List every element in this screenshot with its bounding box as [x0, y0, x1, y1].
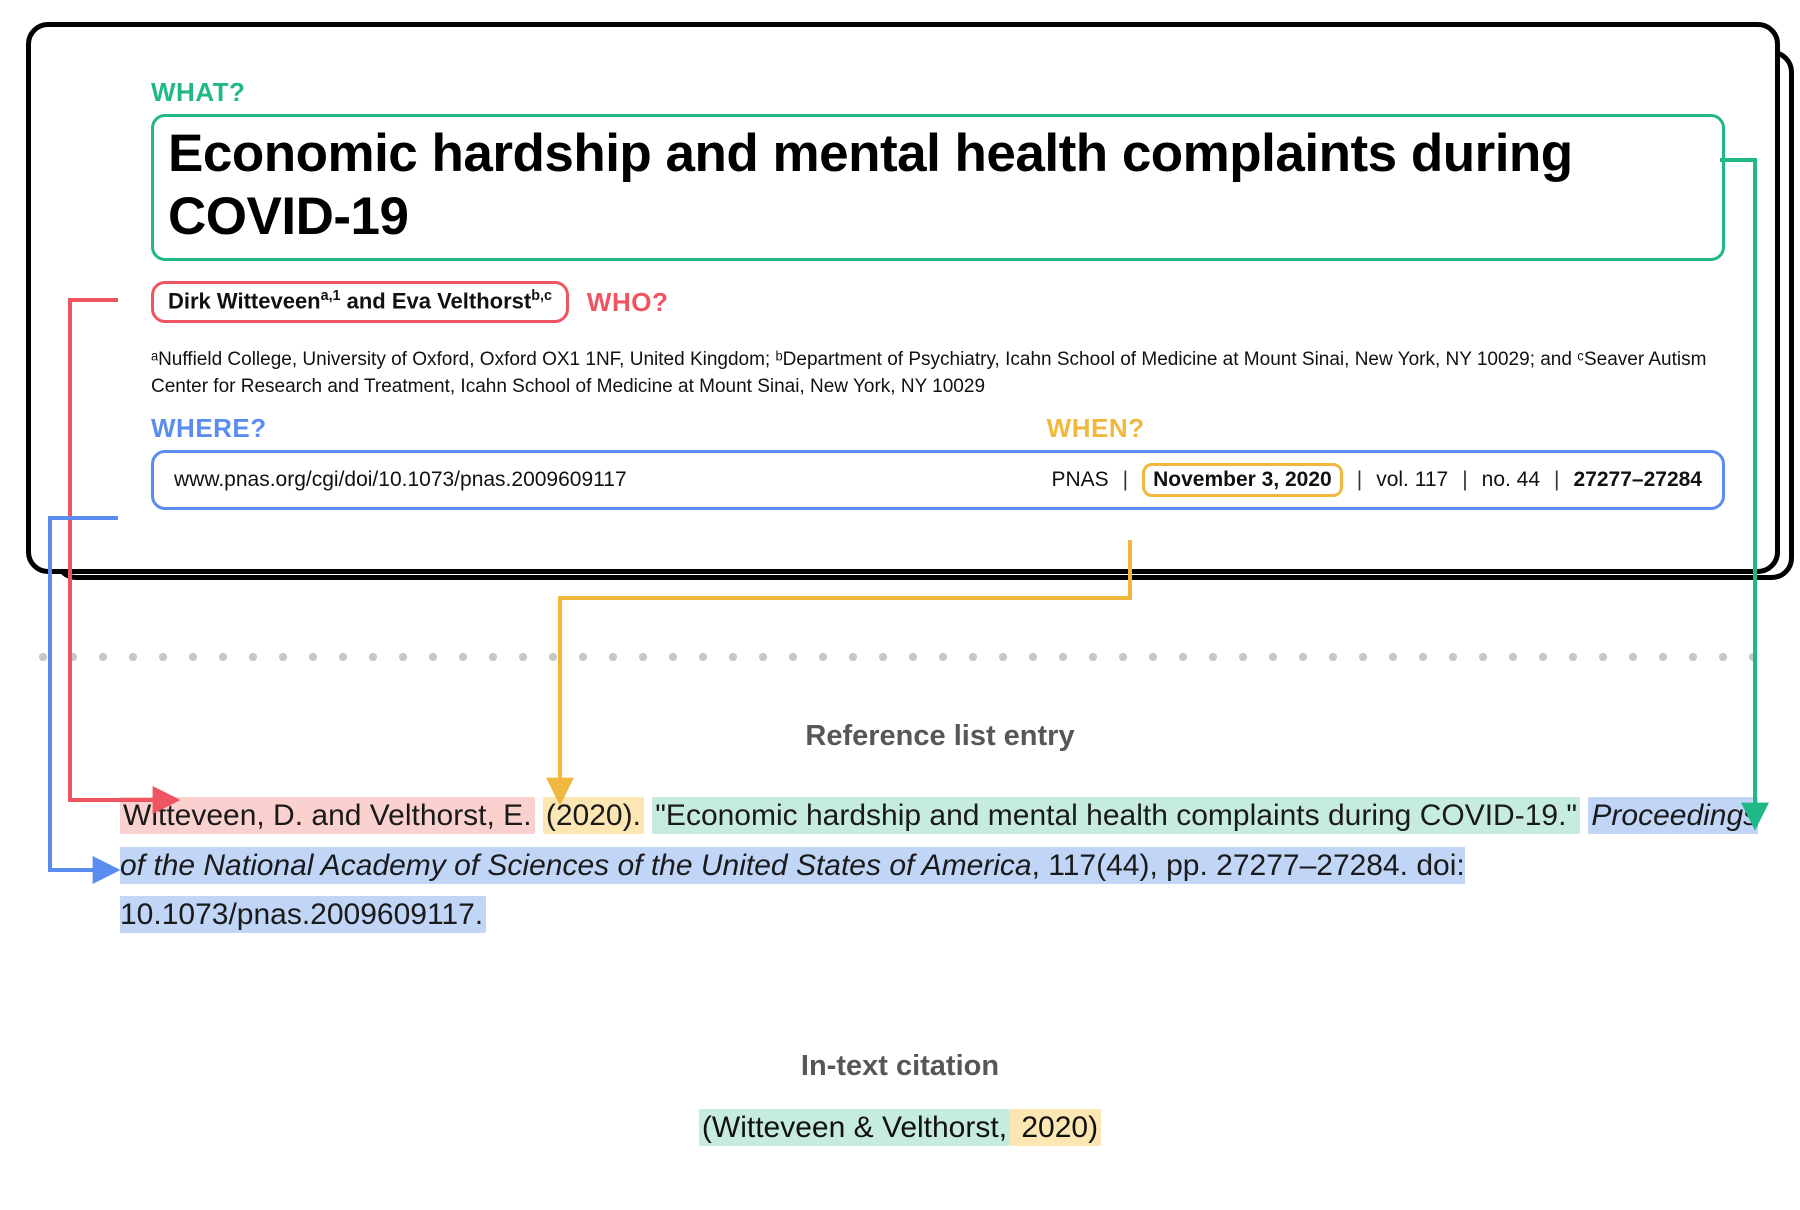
ref-authors: Witteveen, D. and Velthorst, E. [120, 797, 535, 834]
separator: | [1462, 468, 1467, 492]
reference-heading: Reference list entry [120, 720, 1760, 753]
journal-abbrev: PNAS [1051, 468, 1108, 492]
intext-open-paren: ( [702, 1111, 712, 1144]
intext-authors: Witteveen & Velthorst, [712, 1111, 1007, 1144]
paper-doi: www.pnas.org/cgi/doi/10.1073/pnas.200960… [174, 468, 627, 492]
reference-entry: Witteveen, D. and Velthorst, E. (2020). … [120, 791, 1760, 940]
intext-heading: In-text citation [0, 1050, 1800, 1083]
paper-date-box: November 3, 2020 [1142, 463, 1343, 497]
ref-title: "Economic hardship and mental health com… [652, 797, 1580, 834]
intext-close-paren: ) [1088, 1111, 1098, 1144]
author-1: Dirk Witteveen [168, 288, 321, 313]
author-2-sup: b,c [531, 288, 552, 304]
paper-volume: vol. 117 [1376, 468, 1448, 492]
separator: | [1554, 468, 1559, 492]
paper-pages: 27277–27284 [1574, 468, 1702, 492]
when-label: WHEN? [1047, 413, 1145, 444]
separator: | [1357, 468, 1362, 492]
intext-section: In-text citation (Witteveen & Velthorst,… [0, 1050, 1800, 1145]
paper-front-frame: WHAT? Economic hardship and mental healt… [26, 22, 1780, 574]
paper-source-box: www.pnas.org/cgi/doi/10.1073/pnas.200960… [151, 450, 1725, 510]
what-label: WHAT? [151, 77, 1725, 108]
where-label: WHERE? [151, 413, 267, 444]
paper-title-box: Economic hardship and mental health comp… [151, 114, 1725, 261]
paper-affiliations: ᵃNuffield College, University of Oxford,… [151, 347, 1711, 400]
who-label: WHO? [587, 287, 668, 318]
ref-year: (2020). [543, 797, 644, 834]
paper-title: Economic hardship and mental health comp… [168, 124, 1573, 246]
dotted-divider [28, 652, 1772, 662]
intext-year: 2020) [1010, 1109, 1101, 1146]
author-1-sup: a,1 [321, 288, 341, 304]
paper-issue: no. 44 [1482, 468, 1540, 492]
separator: | [1123, 468, 1128, 492]
paper-authors-box: Dirk Witteveena,1 and Eva Velthorstb,c [151, 281, 569, 323]
author-join: and Eva Velthorst [341, 288, 532, 313]
intext-year-text: 2020 [1013, 1111, 1088, 1144]
reference-section: Reference list entry Witteveen, D. and V… [120, 720, 1760, 940]
paper-date: November 3, 2020 [1153, 468, 1332, 491]
intext-open: (Witteveen & Velthorst, [699, 1109, 1010, 1146]
intext-citation: (Witteveen & Velthorst, 2020) [699, 1111, 1101, 1145]
